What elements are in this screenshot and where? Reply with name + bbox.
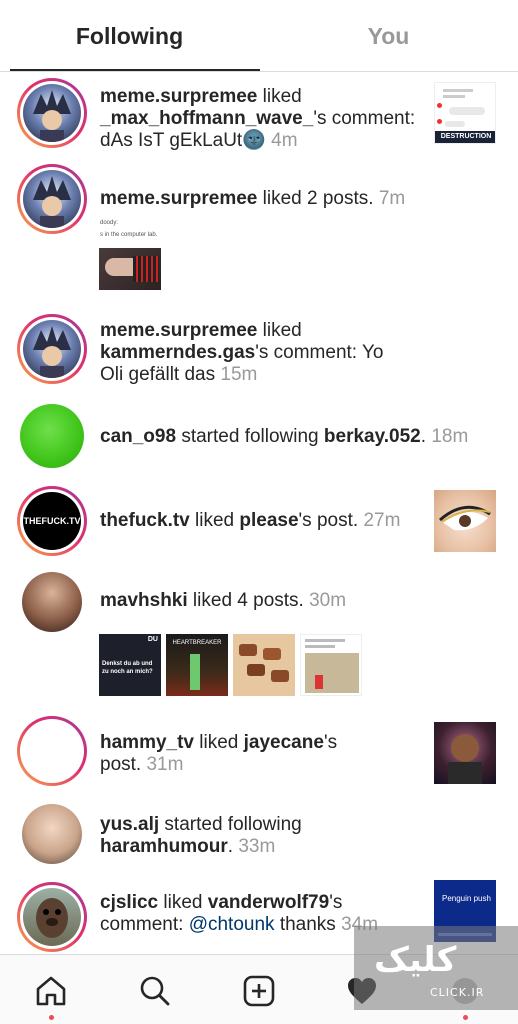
activity-item[interactable]: yus.alj started following haramhumour. 3… [0,802,518,882]
username[interactable]: can_o98 [100,426,176,447]
activity-item[interactable]: meme.surpremee liked _max_hoffmann_wave_… [0,76,518,156]
target-username[interactable]: haramhumour [100,836,228,857]
activity-item[interactable]: meme.surpremee liked 2 posts. 7m doody: … [0,162,518,302]
activity-item[interactable]: mavhshki liked 4 posts. 30m DU Denkst du… [0,570,518,700]
post-thumbnail[interactable] [99,248,161,290]
avatar[interactable] [17,314,87,384]
avatar[interactable] [17,164,87,234]
activity-tabs: Following You [0,0,518,72]
activity-item[interactable]: can_o98 started following berkay.052. 18… [0,402,518,472]
post-thumbnail[interactable] [434,490,496,552]
post-thumbnail[interactable] [434,722,496,784]
avatar[interactable] [17,882,87,952]
target-username[interactable]: please [239,510,298,531]
target-username[interactable]: kammerndes.gas [100,342,255,363]
timestamp: 27m [363,510,401,531]
target-username[interactable]: vanderwolf79 [208,892,329,913]
avatar[interactable] [17,78,87,148]
profile-notification-dot [463,1015,468,1020]
username[interactable]: cjslicc [100,892,158,913]
activity-item[interactable]: meme.surpremee liked kammerndes.gas's co… [0,310,518,390]
post-thumbnail[interactable]: HEARTBREAKER [166,634,228,696]
home-icon[interactable] [29,969,73,1013]
search-icon[interactable] [133,969,177,1013]
username[interactable]: hammy_tv [100,732,194,753]
avatar[interactable] [22,804,82,864]
post-thumbnail[interactable]: DESTRUCTION 100 [434,82,496,144]
activity-feed[interactable]: meme.surpremee liked _max_hoffmann_wave_… [0,72,518,954]
timestamp: 30m [309,590,347,611]
target-username[interactable]: berkay.052 [324,426,421,447]
tab-following[interactable]: Following [0,0,259,72]
post-thumbnail[interactable] [300,634,362,696]
mention-link[interactable]: @chtounk [189,914,275,935]
post-thumbnail[interactable] [233,634,295,696]
plus-square-icon[interactable] [237,969,281,1013]
timestamp: 33m [238,836,276,857]
activity-item[interactable]: THEFUCK.TV thefuck.tv liked please's pos… [0,484,518,564]
new-moon-face-icon: 🌚 [242,130,266,151]
home-notification-dot [49,1015,54,1020]
timestamp: 4m [271,130,298,151]
watermark: کلیک CLICK.IR [354,926,518,1010]
username[interactable]: meme.surpremee [100,320,257,341]
avatar[interactable]: THEFUCK.TV [17,486,87,556]
active-tab-indicator [10,69,260,71]
username[interactable]: yus.alj [100,814,159,835]
timestamp: 31m [146,754,184,775]
timestamp: 15m [220,364,258,385]
post-thumbnail[interactable]: DU Denkst du ab und zu noch an mich? [99,634,161,696]
target-username[interactable]: _max_hoffmann_wave_ [100,108,313,129]
avatar[interactable] [17,716,87,786]
avatar[interactable] [20,404,84,468]
username[interactable]: mavhshki [100,590,188,611]
username[interactable]: meme.surpremee [100,86,257,107]
username[interactable]: thefuck.tv [100,510,190,531]
timestamp: 18m [431,426,469,447]
tab-you[interactable]: You [259,0,518,72]
activity-item[interactable]: hammy_tv liked jayecane's post. 31m [0,716,518,796]
avatar[interactable] [22,572,82,632]
username[interactable]: meme.surpremee [100,188,257,209]
target-username[interactable]: jayecane [244,732,324,753]
timestamp: 7m [378,188,406,209]
avatar-logo-text: THEFUCK.TV [23,516,81,526]
